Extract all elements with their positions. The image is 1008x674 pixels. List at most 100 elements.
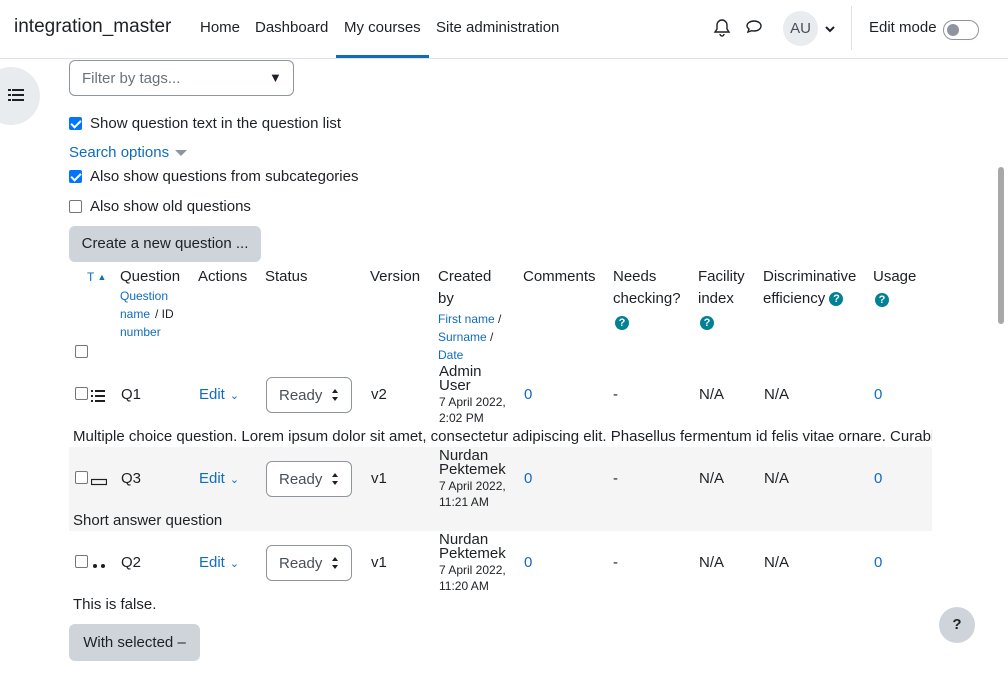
question-name: Q3 [121,470,142,487]
comments-count[interactable]: 0 [524,554,532,571]
type-header[interactable]: T [87,270,94,284]
created-date: 7 April 2022, [439,479,506,493]
sort-first-name[interactable]: First name / [438,310,501,328]
nav-my-courses[interactable]: My courses [336,19,429,58]
chevron-down-icon: ⌄ [229,558,240,570]
status-header: Status [265,268,308,285]
needs-checking: - [613,470,618,487]
question-text: Multiple choice question. Lorem ipsum do… [73,428,932,445]
usage-count[interactable]: 0 [874,470,882,487]
user-avatar[interactable]: AU [783,11,818,46]
status-select[interactable]: Ready [266,461,352,497]
created-time: 2:02 PM [439,411,484,425]
collapse-dash-icon: – [177,634,186,651]
creator-last-name: User [439,377,471,394]
help-icon[interactable]: ? [829,292,844,307]
site-brand[interactable]: integration_master [14,16,171,38]
row-checkbox[interactable] [75,387,88,400]
scrollbar-track[interactable] [1000,59,1008,674]
edit-label[interactable]: Edit [199,386,225,403]
sort-date[interactable]: Date [438,346,463,364]
discriminative-efficiency: N/A [764,554,790,571]
select-arrows-icon [331,388,339,406]
select-all-checkbox[interactable] [75,345,88,358]
search-options-toggle[interactable]: Search options [69,144,188,161]
messages-chat-icon[interactable] [745,18,765,38]
with-selected-button[interactable]: With selected – [69,624,200,661]
show-subcategories-row: Also show questions from subcategories [69,166,358,186]
facility-index: N/A [699,386,725,403]
comments-count[interactable]: 0 [524,470,532,487]
row-checkbox[interactable] [75,471,88,484]
version: v1 [371,554,387,571]
edit-menu[interactable]: Edit ⌄ [199,386,239,403]
edit-label[interactable]: Edit [199,554,225,571]
status-select[interactable]: Ready [266,545,352,581]
sort-id-number[interactable]: number [120,323,161,341]
with-selected-label[interactable]: With selected [83,634,173,651]
nav-divider [851,6,852,50]
status-select[interactable]: Ready [266,377,352,413]
nav-dashboard[interactable]: Dashboard [255,19,328,58]
filter-tags-placeholder: Filter by tags... [82,70,181,87]
search-options-label[interactable]: Search options [69,144,169,161]
created-date: 7 April 2022, [439,563,506,577]
show-old-questions-label[interactable]: Also show old questions [90,198,251,215]
shortanswer-icon [90,474,108,491]
question-name: Q2 [121,554,142,571]
edit-mode-toggle[interactable] [943,20,979,40]
show-old-questions-row: Also show old questions [69,196,251,216]
creator-last-name: Pektemek [439,461,506,478]
sort-question-name[interactable]: Question [120,287,168,305]
notifications-bell-icon[interactable] [713,18,733,38]
needs-checking-help[interactable]: ? [615,312,629,334]
help-icon[interactable]: ? [875,293,889,308]
show-subcategories-checkbox[interactable] [69,169,82,183]
usage-count[interactable]: 0 [874,386,882,403]
created-date: 7 April 2022, [439,395,506,409]
caret-down-icon [175,150,188,157]
help-icon[interactable]: ? [615,316,629,331]
nav-home[interactable]: Home [200,19,240,58]
edit-menu[interactable]: Edit ⌄ [199,554,239,571]
sort-by-type[interactable]: T ▲ [87,266,106,288]
navbar: integration_master Home Dashboard My cou… [0,0,1008,59]
sort-surname[interactable]: Surname / [438,328,493,346]
first-name-link[interactable]: First name [438,312,495,326]
row-checkbox[interactable] [75,555,88,568]
edit-mode-label: Edit mode [869,19,937,36]
question-text: Short answer question [73,512,223,529]
truefalse-icon [91,558,107,575]
show-question-text-label[interactable]: Show question text in the question list [90,115,341,132]
show-old-questions-checkbox[interactable] [69,199,82,213]
usage-help[interactable]: ? [875,289,889,311]
sort-question-name-2[interactable]: name [120,305,150,323]
show-question-text-checkbox[interactable] [69,116,82,130]
edit-menu[interactable]: Edit ⌄ [199,470,239,487]
show-subcategories-label[interactable]: Also show questions from subcategories [90,168,358,185]
needs-checking-header: Needs [613,268,657,285]
select-arrows-icon [331,472,339,490]
usage-count[interactable]: 0 [874,554,882,571]
course-index-toggle[interactable] [0,67,40,125]
help-icon[interactable]: ? [700,316,714,331]
status-value: Ready [279,471,323,488]
create-new-question-button[interactable]: Create a new question ... [69,226,261,262]
sort-asc-icon: ▲ [97,272,107,282]
facility-index-help[interactable]: ? [700,312,714,334]
needs-checking-header-2: checking? [613,290,681,307]
chevron-down-icon: ⌄ [229,474,240,486]
help-button[interactable]: ? [939,607,975,643]
comments-count[interactable]: 0 [524,386,532,403]
facility-index: N/A [699,470,725,487]
question-sub-separator: / ID [155,307,174,321]
created-time: 11:20 AM [439,579,489,593]
filter-by-tags-select[interactable]: Filter by tags... ▼ [69,60,294,96]
scrollbar-thumb[interactable] [998,167,1004,324]
surname-link[interactable]: Surname [438,330,487,344]
question-header: Question [120,268,181,285]
nav-site-administration[interactable]: Site administration [436,19,559,58]
discriminative-efficiency: N/A [764,470,790,487]
edit-label[interactable]: Edit [199,470,225,487]
chevron-down-icon[interactable] [824,22,836,34]
